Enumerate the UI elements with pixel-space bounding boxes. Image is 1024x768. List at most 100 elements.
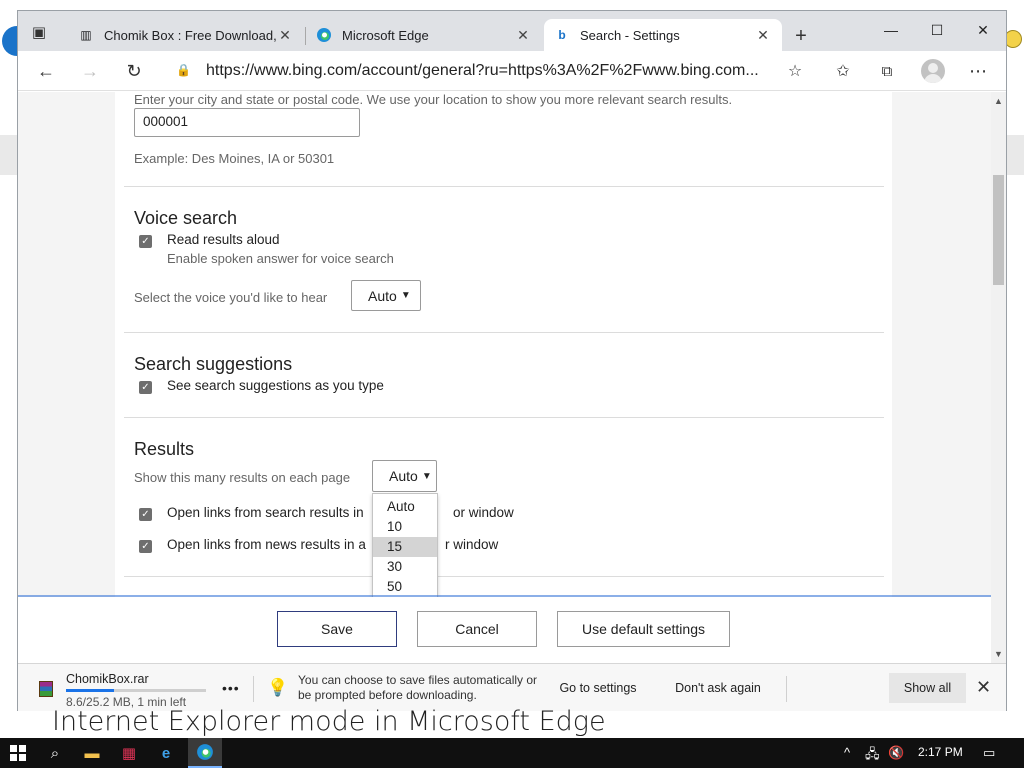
chevron-down-icon: ▼	[421, 470, 432, 482]
chevron-down-icon: ▼	[400, 290, 411, 301]
save-button[interactable]: Save	[277, 611, 397, 647]
download-filename[interactable]: ChomikBox.rar	[66, 672, 149, 686]
footer-divider	[18, 595, 991, 597]
download-message: You can choose to save files automatical…	[298, 673, 538, 702]
minimize-icon[interactable]: —	[868, 15, 914, 45]
dropdown-option-30[interactable]: 30	[373, 557, 437, 577]
more-menu-icon[interactable]: ⋯	[964, 57, 992, 85]
notifications-icon[interactable]: ▭	[983, 745, 995, 761]
location-description: Enter your city and state or postal code…	[134, 92, 733, 107]
tab-search-settings[interactable]: b Search - Settings ✕	[544, 19, 782, 51]
close-download-bar-icon[interactable]: ✕	[976, 677, 991, 698]
results-title: Results	[134, 439, 195, 459]
winrar-icon[interactable]: ▦	[117, 743, 141, 763]
tab-microsoft-edge[interactable]: Microsoft Edge ✕	[306, 19, 542, 51]
maximize-icon[interactable]: ☐	[914, 15, 960, 45]
download-more-icon[interactable]: •••	[222, 680, 240, 696]
back-icon[interactable]: ←	[32, 57, 60, 85]
edge-taskbar-icon[interactable]	[188, 738, 222, 768]
search-icon[interactable]: ⌕	[43, 743, 67, 763]
tab-title: Microsoft Edge	[342, 27, 429, 43]
cancel-button[interactable]: Cancel	[417, 611, 537, 647]
lightbulb-icon: 💡	[267, 678, 289, 697]
background-strip	[0, 135, 18, 175]
network-icon[interactable]: 🖧	[865, 745, 880, 767]
scrollbar-thumb[interactable]	[993, 175, 1004, 285]
lock-icon[interactable]: 🔒	[176, 63, 191, 77]
go-to-settings-button[interactable]: Go to settings	[546, 673, 650, 703]
open-news-links-label-tail: r window	[445, 537, 499, 552]
tab-bar: ▣ ▥ Chomik Box : Free Download, Bc ✕ Mic…	[18, 11, 1006, 51]
voice-search-title: Voice search	[134, 208, 238, 228]
location-example: Example: Des Moines, IA or 50301	[134, 151, 335, 166]
dropdown-option-10[interactable]: 10	[373, 517, 437, 537]
results-count-select[interactable]: Auto ▼	[372, 460, 437, 492]
file-explorer-icon[interactable]: ▬	[80, 743, 104, 763]
address-toolbar: ← → ↻ 🔒 https://www.bing.com/account/gen…	[18, 51, 1006, 91]
divider	[124, 186, 884, 187]
read-aloud-checkbox[interactable]: ✓	[139, 235, 152, 248]
divider	[124, 576, 884, 577]
scroll-down-icon[interactable]: ▼	[994, 649, 1003, 659]
voice-select[interactable]: Auto ▼	[351, 280, 421, 311]
taskbar: ⌕ ▬ ▦ e ^ 🖧 🔇 2:17 PM ▭	[0, 738, 1024, 768]
default-settings-button[interactable]: Use default settings	[557, 611, 730, 647]
close-tab-icon[interactable]: ✕	[276, 27, 294, 44]
volume-muted-icon[interactable]: 🔇	[888, 745, 904, 761]
caption-text: Internet Explorer mode in Microsoft Edge	[52, 706, 606, 737]
download-progress	[66, 689, 206, 692]
results-count-value: Auto	[389, 468, 418, 484]
new-tab-icon[interactable]: +	[788, 23, 814, 49]
suggestions-label: See search suggestions as you type	[167, 378, 384, 393]
suggestions-checkbox[interactable]: ✓	[139, 381, 152, 394]
download-bar: ChomikBox.rar 8.6/25.2 MB, 1 min left ••…	[18, 663, 1006, 711]
scroll-up-icon[interactable]: ▲	[994, 96, 1003, 106]
forward-icon[interactable]: →	[76, 57, 104, 85]
divider	[253, 676, 254, 702]
open-search-links-checkbox[interactable]: ✓	[139, 508, 152, 521]
tab-actions-icon[interactable]: ▣	[28, 21, 50, 43]
tab-chomikbox[interactable]: ▥ Chomik Box : Free Download, Bc ✕	[68, 19, 304, 51]
search-suggestions-title: Search suggestions	[134, 354, 293, 374]
favorites-icon[interactable]: ✩	[829, 57, 857, 85]
open-search-links-label-tail: or window	[453, 505, 514, 520]
divider	[124, 332, 884, 333]
tray-chevron-icon[interactable]: ^	[844, 745, 850, 760]
close-window-icon[interactable]: ✕	[960, 15, 1006, 45]
close-tab-icon[interactable]: ✕	[754, 27, 772, 44]
read-aloud-label: Read results aloud	[167, 232, 280, 247]
collections-icon[interactable]: ⧉	[873, 57, 901, 85]
open-news-links-checkbox[interactable]: ✓	[139, 540, 152, 553]
clock[interactable]: 2:17 PM	[918, 745, 963, 759]
divider	[124, 417, 884, 418]
open-search-links-label: Open links from search results in	[167, 505, 364, 520]
page-content: Enter your city and state or postal code…	[18, 92, 1006, 663]
refresh-icon[interactable]: ↻	[120, 57, 148, 85]
internet-explorer-icon[interactable]: e	[154, 743, 178, 763]
dropdown-option-auto[interactable]: Auto	[373, 497, 437, 517]
edge-icon	[316, 27, 332, 43]
address-bar[interactable]: https://www.bing.com/account/general?ru=…	[206, 62, 771, 80]
tab-title: Chomik Box : Free Download, Bc	[104, 27, 276, 43]
download-progress-fill	[66, 689, 114, 692]
dont-ask-again-button[interactable]: Don't ask again	[665, 673, 771, 703]
dropdown-option-50[interactable]: 50	[373, 577, 437, 597]
dropdown-option-15[interactable]: 15	[373, 537, 437, 557]
profile-avatar[interactable]	[921, 59, 945, 83]
browser-window: ▣ ▥ Chomik Box : Free Download, Bc ✕ Mic…	[17, 10, 1007, 711]
rar-file-icon	[39, 681, 53, 697]
windows-start-icon[interactable]	[6, 743, 30, 763]
voice-select-label: Select the voice you'd like to hear	[134, 290, 328, 305]
close-tab-icon[interactable]: ✕	[514, 27, 532, 44]
divider	[786, 676, 787, 702]
location-input[interactable]: 000001	[134, 108, 360, 137]
results-count-label: Show this many results on each page	[134, 470, 351, 485]
bing-icon: b	[558, 28, 566, 42]
show-all-button[interactable]: Show all	[889, 673, 966, 703]
add-favorite-icon[interactable]: ☆	[781, 57, 809, 85]
voice-select-value: Auto	[368, 287, 397, 304]
open-news-links-label: Open links from news results in a	[167, 537, 366, 552]
read-aloud-sub: Enable spoken answer for voice search	[167, 251, 394, 266]
results-count-dropdown: Auto 10 15 30 50	[372, 493, 438, 598]
chomikbox-favicon-icon: ▥	[80, 28, 92, 42]
